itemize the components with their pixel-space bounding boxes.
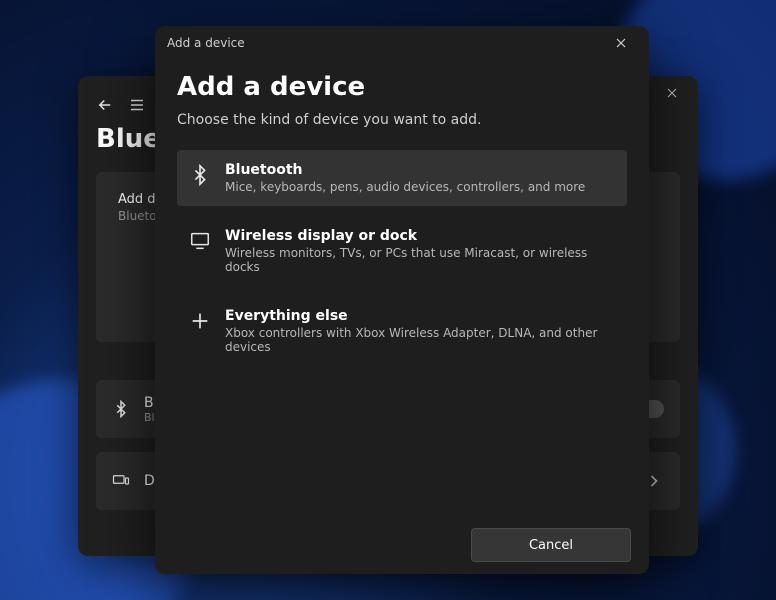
menu-icon[interactable] <box>128 96 146 114</box>
cancel-button[interactable]: Cancel <box>471 528 631 562</box>
option-bluetooth[interactable]: Bluetooth Mice, keyboards, pens, audio d… <box>177 150 627 206</box>
device-kind-list: Bluetooth Mice, keyboards, pens, audio d… <box>177 150 627 366</box>
plus-icon <box>189 310 211 332</box>
dialog-titlebar-text: Add a device <box>167 36 245 50</box>
option-desc: Wireless monitors, TVs, or PCs that use … <box>225 246 615 274</box>
display-icon <box>189 230 211 252</box>
dialog-heading: Add a device <box>177 72 627 102</box>
option-title: Bluetooth <box>225 162 585 178</box>
option-wireless-display[interactable]: Wireless display or dock Wireless monito… <box>177 216 627 286</box>
devices-icon <box>112 472 130 490</box>
option-everything-else[interactable]: Everything else Xbox controllers with Xb… <box>177 296 627 366</box>
bluetooth-icon <box>112 400 130 418</box>
dialog-close-button[interactable] <box>603 28 639 58</box>
add-device-dialog: Add a device Add a device Choose the kin… <box>155 26 649 574</box>
option-title: Everything else <box>225 308 615 324</box>
option-desc: Xbox controllers with Xbox Wireless Adap… <box>225 326 615 354</box>
window-close-button[interactable] <box>650 78 694 108</box>
cancel-button-label: Cancel <box>529 538 573 553</box>
option-title: Wireless display or dock <box>225 228 615 244</box>
dialog-titlebar: Add a device <box>155 26 649 60</box>
dialog-footer: Cancel <box>155 516 649 574</box>
bluetooth-icon <box>189 164 211 186</box>
option-desc: Mice, keyboards, pens, audio devices, co… <box>225 180 585 194</box>
dialog-subheading: Choose the kind of device you want to ad… <box>177 112 627 128</box>
back-icon[interactable] <box>96 96 114 114</box>
